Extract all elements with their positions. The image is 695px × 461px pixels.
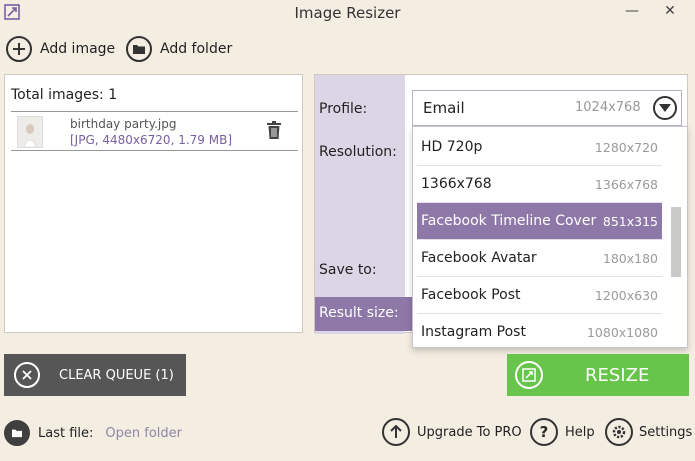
help-button[interactable]: ? Help (530, 418, 595, 446)
profile-option[interactable]: Facebook Avatar 180x180 (417, 240, 662, 277)
resize-icon (515, 361, 543, 389)
add-folder-button[interactable]: Add folder (126, 36, 232, 62)
option-name: Facebook Timeline Cover (421, 213, 597, 229)
save-to-label: Save to: (319, 262, 377, 278)
profile-selected-size: 1024x768 (575, 100, 641, 115)
file-meta: [JPG, 4480x6720, 1.79 MB] (70, 133, 232, 147)
option-size: 1200x630 (594, 288, 658, 303)
open-folder-link[interactable]: Open folder (105, 426, 182, 441)
folder-icon (126, 36, 152, 62)
profile-select[interactable]: Email 1024x768 (412, 90, 682, 126)
trash-icon[interactable] (267, 121, 281, 139)
file-row[interactable]: birthday party.jpg [JPG, 4480x6720, 1.79… (11, 111, 298, 151)
profile-option-selected[interactable]: Facebook Timeline Cover 851x315 (417, 203, 662, 240)
settings-button[interactable]: Settings (605, 418, 692, 446)
resize-label: RESIZE (585, 365, 650, 386)
dropdown-scrollbar[interactable] (671, 207, 681, 277)
profile-selected-name: Email (423, 99, 465, 117)
help-icon: ? (530, 418, 558, 446)
upgrade-label: Upgrade To PRO (417, 424, 522, 440)
gear-icon (605, 418, 633, 446)
last-file-label: Last file: (38, 425, 94, 441)
minimize-button[interactable]: — (612, 0, 652, 22)
folder-icon[interactable] (4, 420, 30, 446)
profile-option[interactable]: 1366x768 1366x768 (417, 166, 662, 203)
profile-label: Profile: (319, 101, 368, 117)
add-folder-label: Add folder (160, 41, 233, 57)
option-name: 1366x768 (421, 176, 492, 192)
option-name: Facebook Avatar (421, 250, 537, 266)
arrow-up-icon (382, 418, 410, 446)
last-file-group: Last file: Open folder (4, 420, 182, 446)
chevron-down-icon[interactable] (653, 96, 677, 120)
profile-option[interactable]: Instagram Post 1080x1080 (417, 314, 662, 351)
clear-queue-button[interactable]: CLEAR QUEUE (1) (4, 354, 186, 396)
file-name: birthday party.jpg (70, 117, 177, 131)
profile-dropdown-list: HD 720p 1280x720 1366x768 1366x768 Faceb… (412, 126, 688, 348)
close-button[interactable]: ✕ (650, 0, 690, 22)
image-thumbnail (17, 116, 43, 148)
clear-queue-label: CLEAR QUEUE (1) (59, 368, 174, 383)
window-title: Image Resizer (294, 4, 401, 22)
option-size: 851x315 (602, 214, 658, 229)
upgrade-button[interactable]: Upgrade To PRO (382, 418, 522, 446)
add-image-button[interactable]: Add image (6, 36, 115, 62)
profile-option[interactable]: Facebook Post 1200x630 (417, 277, 662, 314)
result-size-label: Result size: (319, 305, 399, 321)
help-label: Help (565, 424, 595, 440)
settings-label: Settings (639, 424, 693, 440)
option-size: 1080x1080 (586, 325, 658, 340)
option-size: 1366x768 (594, 177, 658, 192)
images-panel: Total images: 1 birthday party.jpg [JPG,… (4, 74, 303, 333)
option-name: HD 720p (421, 139, 483, 155)
option-size: 1280x720 (594, 140, 658, 155)
option-size: 180x180 (602, 251, 658, 266)
close-icon (14, 362, 40, 388)
add-image-label: Add image (40, 41, 116, 57)
plus-icon (6, 36, 32, 62)
total-images-label: Total images: 1 (11, 87, 118, 103)
option-name: Instagram Post (421, 324, 526, 340)
resolution-label: Resolution: (319, 144, 397, 160)
resize-button[interactable]: RESIZE (507, 354, 689, 396)
title-bar: Image Resizer — ✕ (0, 0, 695, 26)
profile-option[interactable]: HD 720p 1280x720 (417, 129, 662, 166)
option-name: Facebook Post (421, 287, 521, 303)
